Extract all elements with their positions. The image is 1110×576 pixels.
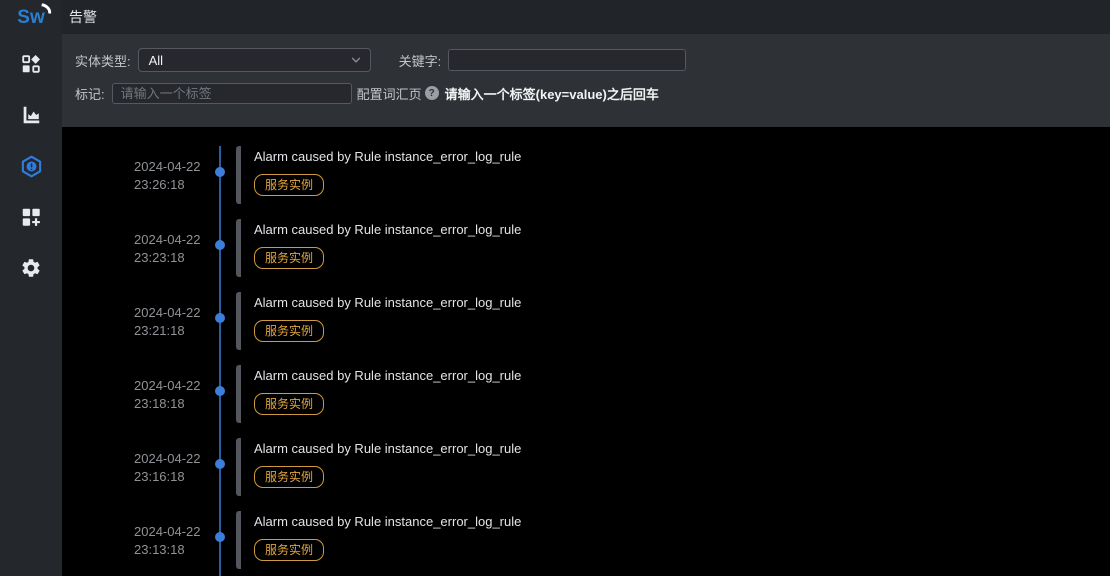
sidebar-item-settings[interactable]: [19, 256, 43, 280]
alarm-timestamp: 2024-04-22 23:26:18: [134, 158, 222, 194]
tag-input[interactable]: [112, 83, 352, 104]
keyword-label: 关键字:: [399, 51, 442, 70]
alarm-card[interactable]: Alarm caused by Rule instance_error_log_…: [236, 365, 1110, 423]
alarm-timestamp: 2024-04-22 23:18:18: [134, 377, 222, 413]
filter-panel: 实体类型: All 关键字: 标记: 配置词汇页 ? 请输入一个标签(key=v…: [62, 34, 1110, 127]
help-icon[interactable]: ?: [425, 86, 439, 100]
entity-type-value: All: [149, 53, 163, 68]
alarm-message: Alarm caused by Rule instance_error_log_…: [254, 220, 1110, 240]
filter-row-1: 实体类型: All 关键字:: [75, 47, 1098, 73]
keyword-group: 关键字:: [399, 49, 687, 71]
alarm-card[interactable]: Alarm caused by Rule instance_error_log_…: [236, 219, 1110, 277]
gear-icon: [20, 257, 42, 279]
grid-diamond-icon: [20, 53, 42, 75]
alarm-scope-tag: 服务实例: [254, 247, 324, 269]
alarm-message: Alarm caused by Rule instance_error_log_…: [254, 293, 1110, 313]
page-title: 告警: [69, 7, 97, 27]
hexagon-alert-icon: [20, 155, 43, 178]
timeline-dot-icon: [215, 167, 225, 177]
sidebar-item-marketplace[interactable]: [19, 205, 43, 229]
alarm-clock-time: 23:21:18: [134, 322, 222, 340]
timeline-dot-icon: [215, 386, 225, 396]
alarm-timestamp: 2024-04-22 23:16:18: [134, 450, 222, 486]
alarm-list-item: 2024-04-22 23:26:18 Alarm caused by Rule…: [62, 146, 1110, 206]
filter-row-2: 标记: 配置词汇页 ? 请输入一个标签(key=value)之后回车: [75, 81, 1098, 105]
sidebar: Sw: [0, 0, 62, 576]
timeline-dot-icon: [215, 532, 225, 542]
tag-hint-text: 请输入一个标签(key=value)之后回车: [445, 84, 659, 103]
logo-arc-icon: [40, 3, 52, 14]
alarm-scope-tag: 服务实例: [254, 466, 324, 488]
alarm-message: Alarm caused by Rule instance_error_log_…: [254, 512, 1110, 532]
config-vocabulary-link[interactable]: 配置词汇页: [357, 84, 422, 103]
entity-type-select[interactable]: All: [138, 48, 371, 72]
alarm-date: 2024-04-22: [134, 304, 222, 322]
alarm-date: 2024-04-22: [134, 231, 222, 249]
app-window: Sw: [0, 0, 1110, 576]
page-header: 告警: [62, 0, 1110, 34]
alarm-message: Alarm caused by Rule instance_error_log_…: [254, 366, 1110, 386]
entity-type-label: 实体类型:: [75, 51, 131, 70]
alarm-timestamp: 2024-04-22 23:23:18: [134, 231, 222, 267]
alarm-scope-tag: 服务实例: [254, 320, 324, 342]
alarm-scope-tag: 服务实例: [254, 174, 324, 196]
alarm-card[interactable]: Alarm caused by Rule instance_error_log_…: [236, 438, 1110, 496]
alarm-date: 2024-04-22: [134, 377, 222, 395]
alarm-timestamp: 2024-04-22 23:21:18: [134, 304, 222, 340]
alarm-clock-time: 23:16:18: [134, 468, 222, 486]
alarm-timeline: 2024-04-22 23:26:18 Alarm caused by Rule…: [62, 127, 1110, 576]
keyword-input[interactable]: [448, 49, 686, 71]
main-area: 告警 实体类型: All 关键字: 标记: 配置词汇页: [62, 0, 1110, 576]
alarm-message: Alarm caused by Rule instance_error_log_…: [254, 147, 1110, 167]
alarm-clock-time: 23:26:18: [134, 176, 222, 194]
alarm-date: 2024-04-22: [134, 158, 222, 176]
alarm-card[interactable]: Alarm caused by Rule instance_error_log_…: [236, 511, 1110, 569]
alarm-card[interactable]: Alarm caused by Rule instance_error_log_…: [236, 146, 1110, 204]
bar-chart-icon: [20, 104, 42, 126]
timeline-dot-icon: [215, 459, 225, 469]
alarm-list-item: 2024-04-22 23:13:18 Alarm caused by Rule…: [62, 511, 1110, 571]
sidebar-item-dashboards[interactable]: [19, 52, 43, 76]
alarm-clock-time: 23:23:18: [134, 249, 222, 267]
alarm-content-area: 2024-04-22 23:26:18 Alarm caused by Rule…: [62, 127, 1110, 576]
alarm-date: 2024-04-22: [134, 523, 222, 541]
alarm-timestamp: 2024-04-22 23:13:18: [134, 523, 222, 559]
sidebar-item-alerting[interactable]: [19, 154, 43, 178]
sidebar-item-metrics[interactable]: [19, 103, 43, 127]
tag-label: 标记:: [75, 84, 105, 103]
chevron-down-icon: [350, 54, 362, 66]
alarm-list-item: 2024-04-22 23:18:18 Alarm caused by Rule…: [62, 365, 1110, 425]
alarm-date: 2024-04-22: [134, 450, 222, 468]
alarm-list-item: 2024-04-22 23:23:18 Alarm caused by Rule…: [62, 219, 1110, 279]
alarm-card[interactable]: Alarm caused by Rule instance_error_log_…: [236, 292, 1110, 350]
alarm-list-item: 2024-04-22 23:16:18 Alarm caused by Rule…: [62, 438, 1110, 498]
alarm-clock-time: 23:18:18: [134, 395, 222, 413]
alarm-clock-time: 23:13:18: [134, 541, 222, 559]
sidebar-nav: [19, 52, 43, 280]
widgets-plus-icon: [20, 206, 42, 228]
skywalking-logo[interactable]: Sw: [17, 4, 44, 32]
alarm-list-item: 2024-04-22 23:21:18 Alarm caused by Rule…: [62, 292, 1110, 352]
alarm-scope-tag: 服务实例: [254, 393, 324, 415]
alarm-scope-tag: 服务实例: [254, 539, 324, 561]
timeline-dot-icon: [215, 240, 225, 250]
alarm-message: Alarm caused by Rule instance_error_log_…: [254, 439, 1110, 459]
timeline-dot-icon: [215, 313, 225, 323]
